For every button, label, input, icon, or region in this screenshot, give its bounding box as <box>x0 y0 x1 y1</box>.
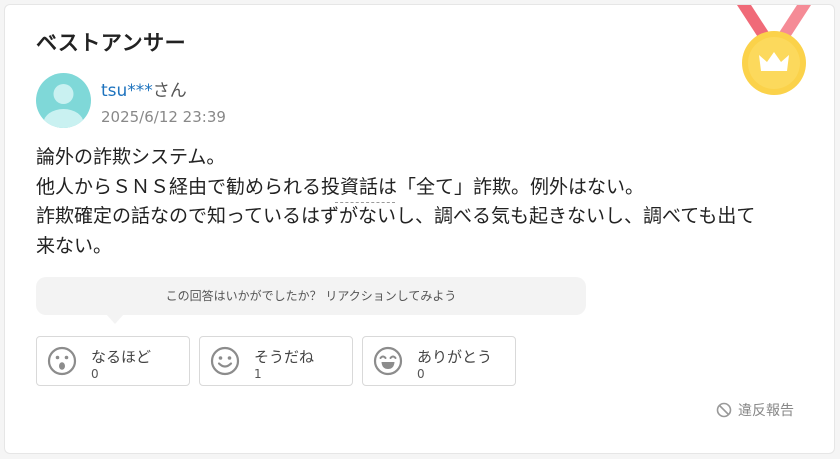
report-label: 違反報告 <box>738 403 794 419</box>
surprised-face-icon <box>47 346 77 376</box>
reaction-count: 1 <box>254 367 262 381</box>
answer-body: 論外の詐欺システム。 他人からＳＮＳ経由で勧められる投資話は「全て」詐欺。例外は… <box>36 143 816 261</box>
answer-date: 2025/6/12 23:39 <box>101 108 226 126</box>
reaction-prompt: この回答はいかがでしたか？ リアクションしてみよう <box>36 277 586 315</box>
section-title: ベストアンサー <box>36 31 187 55</box>
answer-line: 論外の詐欺システム。 <box>36 146 226 168</box>
grin-face-icon <box>373 346 403 376</box>
avatar[interactable] <box>36 73 91 128</box>
reaction-count: 0 <box>91 367 99 381</box>
link-underline <box>335 202 395 203</box>
answer-line: 他人からＳＮＳ経由で勧められる投資話は「全て」詐欺。例外はない。 <box>36 175 645 198</box>
reaction-count: 0 <box>417 367 425 381</box>
prompt-tail <box>106 314 124 324</box>
user-name-link[interactable]: tsu*** <box>101 81 153 101</box>
reaction-button-soudane[interactable]: そうだね 1 <box>199 336 353 386</box>
answer-line: 来ない。 <box>36 234 113 257</box>
reaction-button-arigatou[interactable]: ありがとう 0 <box>362 336 516 386</box>
reaction-label: そうだね <box>254 348 315 366</box>
reaction-label: なるほど <box>91 348 152 366</box>
reaction-label: ありがとう <box>417 348 493 366</box>
prohibited-icon <box>716 402 732 418</box>
smile-face-icon <box>210 346 240 376</box>
answer-line: 詐欺確定の話なので知っているはずがないし、調べる気も起きないし、調べても出て <box>36 205 756 227</box>
reaction-button-naruhodo[interactable]: なるほど 0 <box>36 336 190 386</box>
best-answer-card: ベストアンサー tsu***さん 2025/6/12 23:39 論外の詐欺シス… <box>4 4 835 454</box>
user-silhouette-icon <box>43 84 84 128</box>
report-link[interactable]: 違反報告 <box>716 400 794 420</box>
medal-icon <box>737 5 811 95</box>
user-info: tsu***さん <box>101 76 187 101</box>
user-honorific: さん <box>152 81 187 101</box>
